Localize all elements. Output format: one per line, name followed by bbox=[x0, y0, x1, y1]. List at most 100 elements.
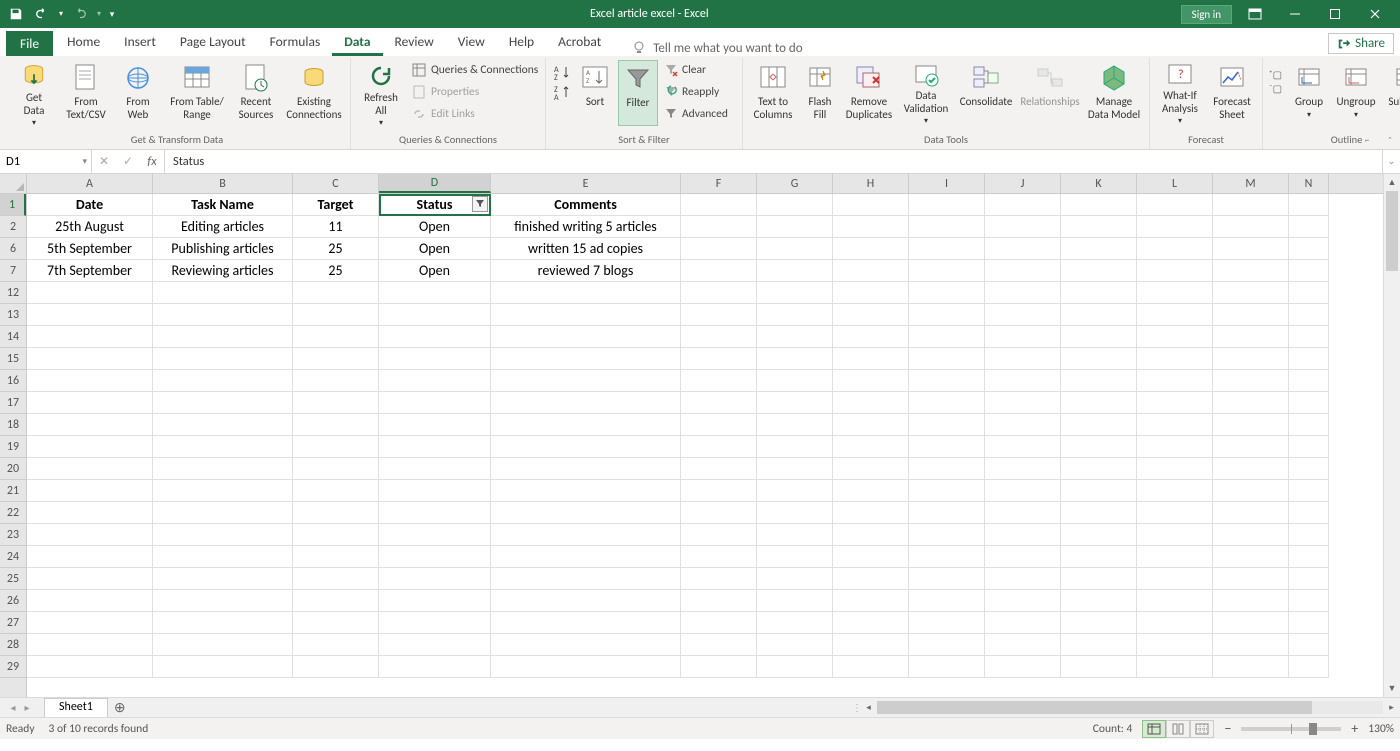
cell[interactable] bbox=[909, 568, 985, 590]
cell[interactable] bbox=[153, 392, 293, 414]
cell[interactable] bbox=[491, 326, 681, 348]
cell[interactable] bbox=[153, 524, 293, 546]
cell[interactable]: 25 bbox=[293, 260, 379, 282]
cell[interactable] bbox=[681, 414, 757, 436]
cell[interactable] bbox=[1137, 392, 1213, 414]
cell[interactable] bbox=[491, 414, 681, 436]
cell[interactable] bbox=[833, 216, 909, 238]
cell[interactable] bbox=[153, 480, 293, 502]
cell[interactable] bbox=[681, 524, 757, 546]
cell[interactable] bbox=[757, 458, 833, 480]
cell[interactable] bbox=[909, 392, 985, 414]
cell[interactable] bbox=[1061, 414, 1137, 436]
formula-input[interactable]: Status bbox=[165, 150, 1382, 173]
cell[interactable] bbox=[833, 590, 909, 612]
consolidate-button[interactable]: Consolidate bbox=[957, 60, 1015, 126]
cell[interactable] bbox=[985, 370, 1061, 392]
cell[interactable] bbox=[1137, 370, 1213, 392]
cell[interactable] bbox=[27, 524, 153, 546]
cell[interactable] bbox=[1137, 590, 1213, 612]
group-button[interactable]: Group▾ bbox=[1289, 60, 1329, 126]
cell[interactable] bbox=[1213, 282, 1289, 304]
tab-file[interactable]: File bbox=[6, 31, 53, 56]
cell[interactable] bbox=[1137, 546, 1213, 568]
cell[interactable] bbox=[1289, 414, 1329, 436]
cell[interactable] bbox=[1213, 656, 1289, 678]
cell[interactable] bbox=[491, 524, 681, 546]
cell[interactable] bbox=[985, 348, 1061, 370]
cell[interactable]: Reviewing articles bbox=[153, 260, 293, 282]
cell[interactable] bbox=[909, 436, 985, 458]
column-header[interactable]: J bbox=[985, 174, 1061, 193]
cell[interactable] bbox=[293, 414, 379, 436]
cell[interactable] bbox=[153, 568, 293, 590]
row-header[interactable]: 12 bbox=[0, 282, 26, 304]
row-header[interactable]: 23 bbox=[0, 524, 26, 546]
cell[interactable] bbox=[1061, 546, 1137, 568]
cell[interactable] bbox=[681, 634, 757, 656]
cell[interactable] bbox=[379, 304, 491, 326]
cell[interactable] bbox=[379, 458, 491, 480]
cell[interactable]: written 15 ad copies bbox=[491, 238, 681, 260]
data-validation-button[interactable]: Data Validation▾ bbox=[899, 60, 953, 126]
cell[interactable] bbox=[985, 612, 1061, 634]
cell[interactable] bbox=[909, 304, 985, 326]
cell[interactable] bbox=[153, 348, 293, 370]
row-header[interactable]: 2 bbox=[0, 216, 26, 238]
cell[interactable] bbox=[757, 282, 833, 304]
scroll-right-icon[interactable]: ▸ bbox=[1383, 699, 1400, 716]
cell[interactable] bbox=[909, 260, 985, 282]
cell[interactable] bbox=[491, 568, 681, 590]
sheet-nav[interactable]: ◂▸ bbox=[0, 698, 40, 717]
row-header[interactable]: 13 bbox=[0, 304, 26, 326]
clear-filter-button[interactable]: Clear bbox=[662, 60, 736, 80]
collapse-ribbon-icon[interactable]: ˆ bbox=[1382, 133, 1398, 147]
cell[interactable] bbox=[757, 370, 833, 392]
cell[interactable] bbox=[491, 370, 681, 392]
cell[interactable] bbox=[1289, 194, 1329, 216]
cell[interactable] bbox=[1213, 568, 1289, 590]
cell[interactable] bbox=[491, 304, 681, 326]
cell[interactable] bbox=[909, 480, 985, 502]
cell[interactable] bbox=[491, 282, 681, 304]
column-header[interactable]: F bbox=[681, 174, 757, 193]
cell[interactable] bbox=[757, 260, 833, 282]
cell[interactable] bbox=[153, 546, 293, 568]
tab-insert[interactable]: Insert bbox=[112, 29, 168, 56]
cell[interactable] bbox=[293, 458, 379, 480]
cell[interactable] bbox=[293, 590, 379, 612]
cell[interactable] bbox=[1213, 326, 1289, 348]
cell[interactable] bbox=[153, 502, 293, 524]
cell[interactable] bbox=[757, 414, 833, 436]
row-header[interactable]: 15 bbox=[0, 348, 26, 370]
cell[interactable] bbox=[293, 502, 379, 524]
cell[interactable] bbox=[909, 326, 985, 348]
cell[interactable]: Open bbox=[379, 238, 491, 260]
tab-review[interactable]: Review bbox=[383, 29, 446, 56]
cell[interactable] bbox=[1061, 216, 1137, 238]
cell[interactable] bbox=[1289, 634, 1329, 656]
column-header[interactable]: D bbox=[379, 174, 491, 193]
row-header[interactable]: 19 bbox=[0, 436, 26, 458]
tab-home[interactable]: Home bbox=[55, 29, 112, 56]
cell[interactable] bbox=[681, 304, 757, 326]
cell[interactable] bbox=[1213, 194, 1289, 216]
cell[interactable] bbox=[1213, 414, 1289, 436]
cell[interactable] bbox=[491, 634, 681, 656]
cell[interactable] bbox=[27, 502, 153, 524]
cell[interactable] bbox=[985, 524, 1061, 546]
cell[interactable] bbox=[1137, 656, 1213, 678]
cell[interactable] bbox=[1061, 370, 1137, 392]
cell[interactable] bbox=[985, 436, 1061, 458]
advanced-filter-button[interactable]: Advanced bbox=[662, 104, 736, 124]
cell[interactable] bbox=[1289, 392, 1329, 414]
cell[interactable] bbox=[833, 392, 909, 414]
cell[interactable] bbox=[909, 216, 985, 238]
filter-dropdown-icon[interactable] bbox=[472, 196, 488, 212]
cell[interactable] bbox=[985, 392, 1061, 414]
cell[interactable] bbox=[379, 392, 491, 414]
cell[interactable] bbox=[909, 634, 985, 656]
cell[interactable] bbox=[1061, 392, 1137, 414]
cell[interactable] bbox=[833, 414, 909, 436]
cell[interactable] bbox=[681, 194, 757, 216]
